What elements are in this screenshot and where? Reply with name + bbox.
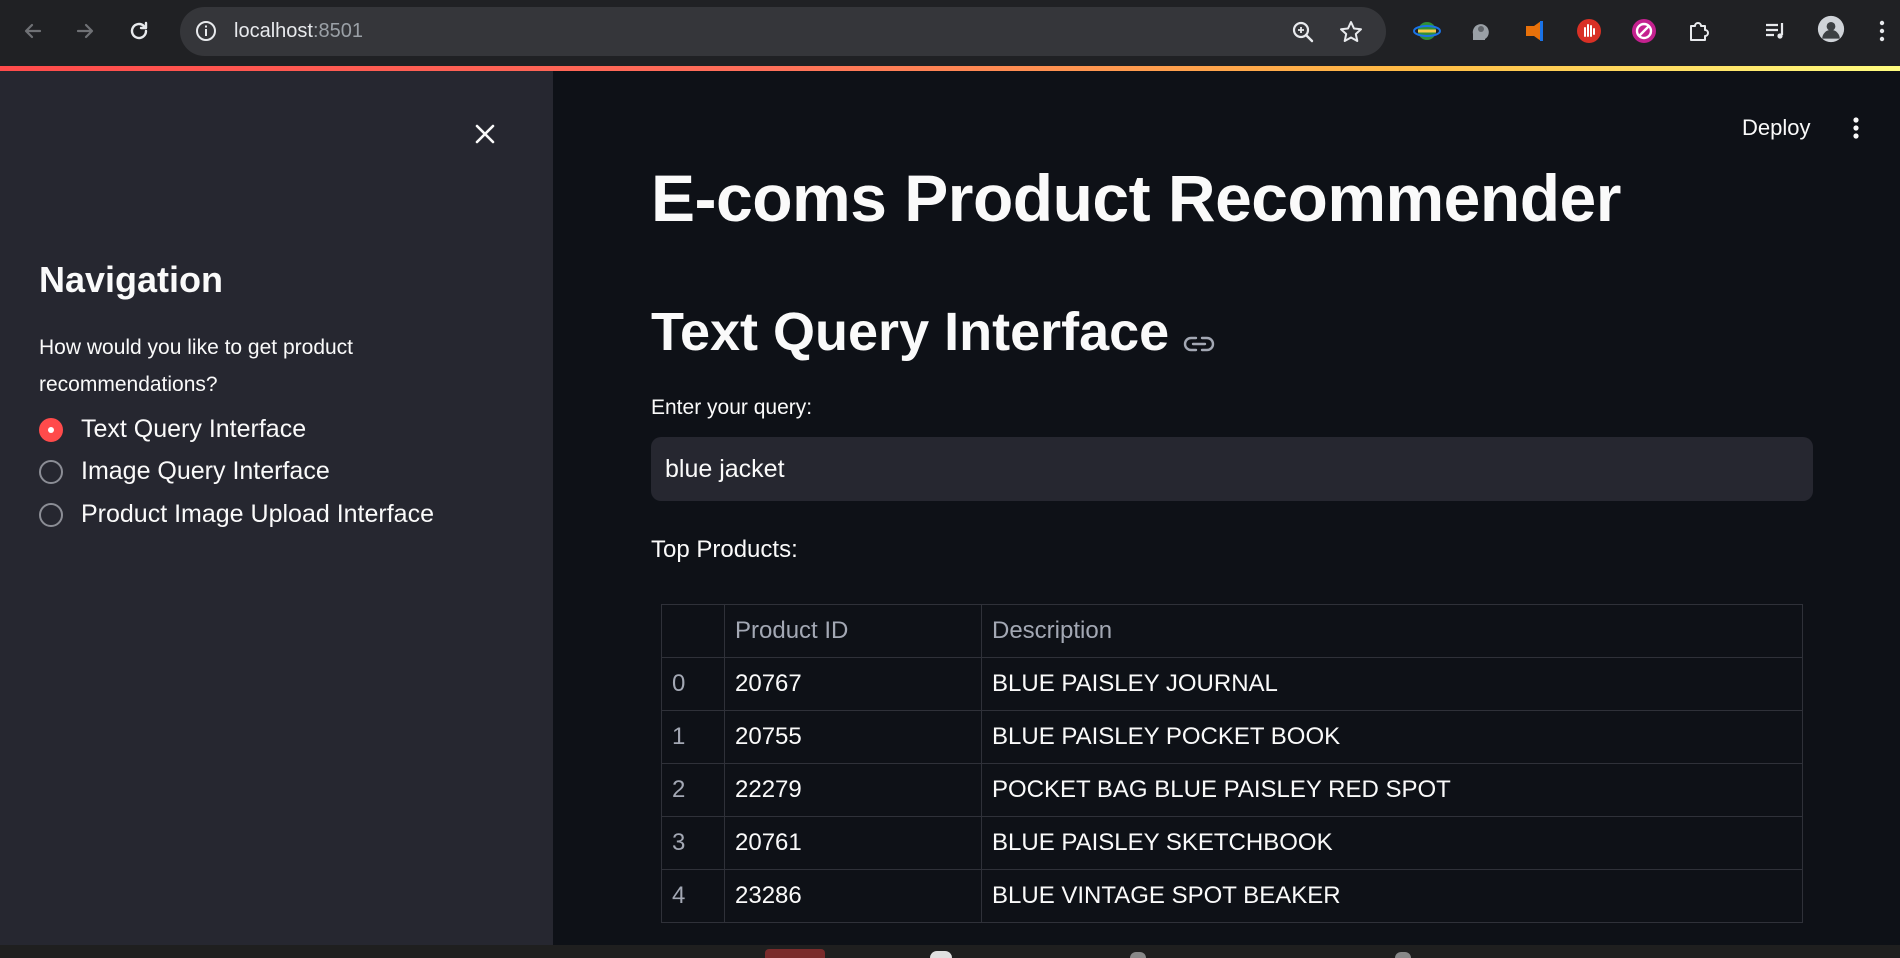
row-index: 0: [661, 657, 725, 711]
description-cell[interactable]: BLUE PAISLEY SKETCHBOOK: [981, 816, 1803, 870]
table-header-row: Product ID Description: [661, 604, 1803, 658]
radio-option-image-upload[interactable]: Product Image Upload Interface: [39, 500, 434, 529]
url-text: localhost:8501: [234, 20, 363, 43]
taskbar-app-icon[interactable]: [1130, 952, 1146, 958]
page-title: E-coms Product Recommender: [651, 161, 1621, 235]
sidebar-title: Navigation: [39, 259, 224, 300]
table-row[interactable]: 0 20767 BLUE PAISLEY JOURNAL: [661, 657, 1803, 711]
column-header-index[interactable]: [661, 604, 725, 658]
column-header-description[interactable]: Description: [981, 604, 1803, 658]
extension-globe-icon[interactable]: [1413, 17, 1441, 45]
taskbar: [0, 945, 1900, 958]
forward-icon[interactable]: [70, 16, 100, 46]
radio-option-text-query[interactable]: Text Query Interface: [39, 415, 306, 444]
back-icon[interactable]: [18, 16, 48, 46]
main-menu-icon[interactable]: [1846, 115, 1866, 146]
browser-toolbar: localhost:8501: [0, 0, 1900, 66]
taskbar-app-icon[interactable]: [765, 949, 825, 958]
description-cell[interactable]: POCKET BAG BLUE PAISLEY RED SPOT: [981, 763, 1803, 817]
radio-option-label: Text Query Interface: [81, 415, 307, 443]
close-sidebar-icon[interactable]: [470, 119, 500, 149]
extension-block-icon[interactable]: [1630, 17, 1658, 45]
taskbar-app-icon[interactable]: [1395, 952, 1411, 958]
profile-avatar-icon[interactable]: [1817, 15, 1845, 43]
radio-group-label: How would you like to get product recomm…: [39, 336, 354, 396]
site-info-icon[interactable]: [194, 19, 218, 48]
results-label: Top Products:: [651, 536, 798, 563]
radio-unselected-icon[interactable]: [39, 502, 63, 527]
results-table[interactable]: Product ID Description 0 20767 BLUE PAIS…: [661, 604, 1803, 923]
bookmark-star-icon[interactable]: [1338, 19, 1364, 50]
radio-selected-icon[interactable]: [39, 417, 63, 442]
description-cell[interactable]: BLUE PAISLEY POCKET BOOK: [981, 710, 1803, 764]
table-row[interactable]: 4 23286 BLUE VINTAGE SPOT BEAKER: [661, 869, 1803, 923]
radio-option-image-query[interactable]: Image Query Interface: [39, 457, 330, 486]
section-title-text: Text Query Interface: [651, 302, 1170, 362]
table-row[interactable]: 1 20755 BLUE PAISLEY POCKET BOOK: [661, 710, 1803, 764]
radio-option-label: Image Query Interface: [81, 457, 330, 485]
table-row[interactable]: 3 20761 BLUE PAISLEY SKETCHBOOK: [661, 816, 1803, 870]
anchor-link-icon[interactable]: [1183, 305, 1215, 367]
product-id-cell[interactable]: 20761: [724, 816, 982, 870]
address-bar[interactable]: localhost:8501: [180, 7, 1386, 56]
row-index: 2: [661, 763, 725, 817]
reload-icon[interactable]: [124, 16, 154, 46]
radio-option-label: Product Image Upload Interface: [81, 500, 434, 528]
url-host: localhost: [234, 20, 313, 42]
browser-menu-icon[interactable]: [1868, 17, 1896, 45]
query-input[interactable]: [651, 437, 1813, 501]
column-header-product-id[interactable]: Product ID: [724, 604, 982, 658]
zoom-icon[interactable]: [1290, 19, 1316, 50]
description-cell[interactable]: BLUE PAISLEY JOURNAL: [981, 657, 1803, 711]
query-label: Enter your query:: [651, 396, 813, 419]
extension-stop-hand-icon[interactable]: [1575, 17, 1603, 45]
url-port: :8501: [312, 20, 363, 42]
row-index: 1: [661, 710, 725, 764]
section-heading: Text Query Interface: [651, 297, 1215, 367]
product-id-cell[interactable]: 20767: [724, 657, 982, 711]
sidebar: Navigation How would you like to get pro…: [0, 71, 553, 945]
product-id-cell[interactable]: 20755: [724, 710, 982, 764]
description-cell[interactable]: BLUE VINTAGE SPOT BEAKER: [981, 869, 1803, 923]
radio-unselected-icon[interactable]: [39, 459, 63, 484]
table-row[interactable]: 2 22279 POCKET BAG BLUE PAISLEY RED SPOT: [661, 763, 1803, 817]
row-index: 3: [661, 816, 725, 870]
product-id-cell[interactable]: 22279: [724, 763, 982, 817]
row-index: 4: [661, 869, 725, 923]
media-controls-icon[interactable]: [1762, 17, 1790, 45]
deploy-button[interactable]: Deploy: [1742, 115, 1810, 141]
extensions-puzzle-icon[interactable]: [1685, 17, 1713, 45]
extension-head-icon[interactable]: [1466, 17, 1494, 45]
product-id-cell[interactable]: 23286: [724, 869, 982, 923]
taskbar-app-icon[interactable]: [930, 951, 952, 958]
extension-flag-icon[interactable]: [1520, 17, 1548, 45]
